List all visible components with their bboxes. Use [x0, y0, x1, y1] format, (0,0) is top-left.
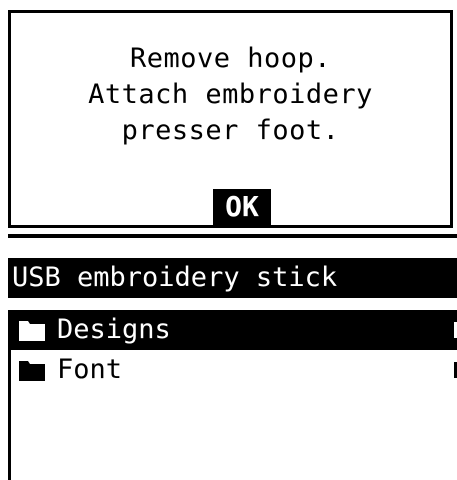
message-dialog: Remove hoop. Attach embroidery presser f… [8, 10, 453, 228]
list-item-font[interactable]: Font [11, 350, 457, 390]
ok-button[interactable]: OK [213, 189, 271, 225]
browser-header: USB embroidery stick [8, 258, 457, 298]
folder-icon [19, 319, 45, 341]
divider [8, 234, 457, 238]
folder-icon [19, 359, 45, 381]
dialog-message-line-2: Attach embroidery [88, 79, 373, 110]
file-list: Designs Font [8, 310, 457, 480]
list-item-label: Font [57, 354, 123, 385]
dialog-message-line-3: presser foot. [121, 115, 340, 146]
dialog-message: Remove hoop. Attach embroidery presser f… [11, 41, 450, 149]
list-item-designs[interactable]: Designs [11, 310, 457, 350]
dialog-message-line-1: Remove hoop. [129, 43, 332, 74]
list-item-label: Designs [57, 314, 171, 345]
